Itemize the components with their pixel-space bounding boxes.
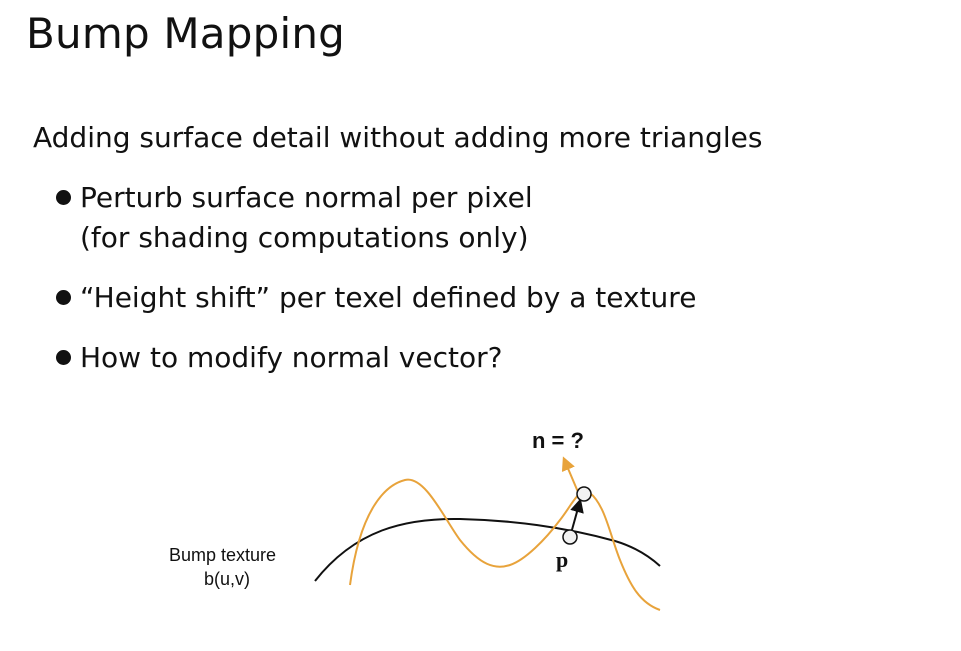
bullet-text: Perturb surface normal per pixel [80,181,533,214]
bullet-text: How to modify normal vector? [80,341,503,374]
texture-label-line2: b(u,v) [204,569,250,589]
bullet-dot-icon [56,350,71,365]
texture-label-line1: Bump texture [169,545,276,565]
bullet-dot-icon [56,190,71,205]
normal-arrow [561,456,579,493]
bullet-text: “Height shift” per texel defined by a te… [80,281,697,314]
intro-text: Adding surface detail without adding mor… [33,121,763,154]
bullet-item: Perturb surface normal per pixel (for sh… [56,178,696,258]
bullet-text: (for shading computations only) [80,221,529,254]
point-label: p [556,547,568,572]
bump-mapping-diagram: n = ? p Bump texture b(u,v) [160,415,680,625]
bullet-list: Perturb surface normal per pixel (for sh… [56,178,696,378]
bump-diagram-svg: n = ? p Bump texture b(u,v) [169,428,661,611]
bumped-point-icon [576,486,592,502]
bullet-item: “Height shift” per texel defined by a te… [56,278,696,318]
bullet-dot-icon [56,290,71,305]
slide-title: Bump Mapping [26,9,345,58]
bump-curve [349,478,661,611]
surface-point-icon [562,529,578,545]
bullet-item: How to modify normal vector? [56,338,696,378]
normal-label: n = ? [532,428,584,453]
